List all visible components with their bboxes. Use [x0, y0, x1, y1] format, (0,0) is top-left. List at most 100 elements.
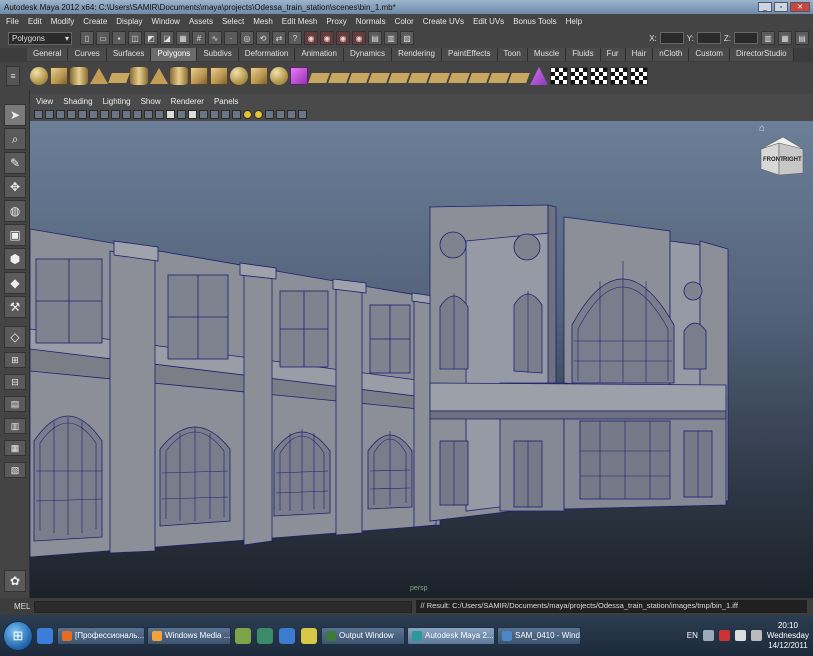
history-icon[interactable]: ⟲ [256, 31, 270, 45]
hypershade-icon[interactable]: ▤ [368, 31, 382, 45]
poke-icon[interactable] [508, 73, 530, 83]
poly-plane-icon[interactable] [108, 73, 130, 83]
wireframe-icon[interactable] [155, 110, 164, 119]
high-quality-icon[interactable] [221, 110, 230, 119]
network-icon[interactable] [734, 630, 746, 641]
volume-icon[interactable] [750, 630, 762, 641]
render-view-icon[interactable]: ◉ [304, 31, 318, 45]
insert-edge-loop-icon[interactable] [388, 73, 410, 83]
resolution-gate-icon[interactable] [100, 110, 109, 119]
menu-edit-mesh[interactable]: Edit Mesh [282, 17, 318, 26]
poly-cylinder-icon[interactable] [70, 67, 88, 85]
shelf-tab-ncloth[interactable]: nCloth [653, 48, 690, 61]
perspective-viewport[interactable]: FRONT RIGHT ⌂ persp [30, 121, 813, 598]
move-tool-icon[interactable]: ✥ [4, 176, 26, 198]
camera-attributes-icon[interactable] [45, 110, 54, 119]
safe-title-icon[interactable] [144, 110, 153, 119]
ie-icon[interactable] [37, 627, 53, 644]
lasso-tool-icon[interactable]: ⌕ [4, 128, 26, 150]
snap-surface-icon[interactable]: ◎ [240, 31, 254, 45]
quicklaunch-icon[interactable] [279, 627, 295, 644]
snap-grid-icon[interactable]: # [192, 31, 206, 45]
minimize-button[interactable]: _ [758, 2, 772, 12]
shelf-tab-dynamics[interactable]: Dynamics [343, 48, 393, 61]
soft-mod-icon[interactable]: ◆ [4, 272, 26, 294]
menu-select[interactable]: Select [222, 17, 244, 26]
start-button[interactable]: ⊞ [3, 620, 33, 651]
bookmark-icon[interactable] [56, 110, 65, 119]
shelf-tab-deformation[interactable]: Deformation [238, 48, 296, 61]
last-tool-icon[interactable]: ⚒ [4, 296, 26, 318]
custom-layout-icon[interactable]: ▧ [4, 462, 26, 478]
append-polygon-icon[interactable] [348, 73, 370, 83]
menu-normals[interactable]: Normals [356, 17, 386, 26]
poly-cube-icon[interactable] [50, 67, 68, 85]
wedge-icon[interactable] [488, 73, 510, 83]
single-pane-layout-icon[interactable]: ◇ [4, 326, 26, 348]
new-scene-icon[interactable]: ▯ [80, 31, 94, 45]
ambient-occlusion-icon[interactable] [232, 110, 241, 119]
script-editor-icon[interactable]: ✿ [4, 570, 26, 592]
fill-hole-icon[interactable] [428, 73, 450, 83]
bool-difference-icon[interactable] [270, 67, 288, 85]
clock[interactable]: 20:10 Wednesday 14/12/2011 [767, 621, 809, 651]
help-icon[interactable] [702, 630, 714, 641]
default-light-icon[interactable] [254, 110, 263, 119]
shelf-tab-animation[interactable]: Animation [295, 48, 344, 61]
taskbar-item-photo-viewer[interactable]: SAM_0410 - Wind... [497, 626, 581, 645]
antivirus-icon[interactable] [718, 630, 730, 641]
offset-edge-loop-icon[interactable] [408, 73, 430, 83]
wireframe-on-shaded-icon[interactable] [177, 110, 186, 119]
extrude-icon[interactable] [308, 73, 330, 83]
triangulate-icon[interactable] [530, 67, 548, 85]
x-field[interactable] [659, 32, 684, 44]
taskbar-item-output-window[interactable]: Output Window [321, 626, 405, 645]
grid-icon[interactable] [78, 110, 87, 119]
poly-torus-icon[interactable] [130, 67, 148, 85]
select-component-icon[interactable]: ◪ [160, 31, 174, 45]
poly-sphere-icon[interactable] [30, 67, 48, 85]
split-polygon-icon[interactable] [368, 73, 390, 83]
menu-file[interactable]: File [6, 17, 19, 26]
z-field[interactable] [734, 32, 758, 44]
pick-mask-icon[interactable]: ▦ [176, 31, 190, 45]
isolate-select-icon[interactable] [287, 110, 296, 119]
mel-label[interactable]: MEL [14, 602, 30, 611]
uv-texture-editor-icon[interactable] [630, 67, 648, 85]
ipr-render-icon[interactable]: ◉ [336, 31, 350, 45]
quicklaunch-icon[interactable] [301, 627, 317, 644]
menu-edit-uvs[interactable]: Edit UVs [473, 17, 504, 26]
y-field[interactable] [696, 32, 721, 44]
home-icon[interactable]: ⌂ [759, 123, 765, 134]
select-hierarchy-icon[interactable]: ◫ [128, 31, 142, 45]
input-output-icon[interactable]: ⇄ [272, 31, 286, 45]
shelf-tab-toon[interactable]: Toon [497, 48, 528, 61]
select-tool-icon[interactable]: ➤ [4, 104, 26, 126]
menu-modify[interactable]: Modify [51, 17, 75, 26]
image-plane-icon[interactable] [67, 110, 76, 119]
rotate-tool-icon[interactable]: ◍ [4, 200, 26, 222]
smooth-icon[interactable] [230, 67, 248, 85]
viewcube-right-label[interactable]: RIGHT [783, 157, 802, 163]
menu-edit[interactable]: Edit [28, 17, 42, 26]
spherical-mapping-icon[interactable] [590, 67, 608, 85]
panel-menu-shading[interactable]: Shading [63, 97, 92, 106]
shelf-tab-rendering[interactable]: Rendering [392, 48, 442, 61]
language-indicator[interactable]: EN [687, 631, 698, 640]
manipulator-icon[interactable]: ⬢ [4, 248, 26, 270]
persp-graph-layout-icon[interactable]: ▤ [4, 396, 26, 412]
textured-icon[interactable] [188, 110, 197, 119]
hypershade-layout-icon[interactable]: ▥ [4, 418, 26, 434]
poly-pipe-icon[interactable] [170, 67, 188, 85]
shelf-tab-subdivs[interactable]: Subdivs [197, 48, 239, 61]
select-object-icon[interactable]: ◩ [144, 31, 158, 45]
menu-create-uvs[interactable]: Create UVs [423, 17, 464, 26]
shelf-tab-fluids[interactable]: Fluids [566, 48, 601, 61]
film-gate-icon[interactable] [89, 110, 98, 119]
channel-box-icon[interactable]: ▤ [795, 31, 809, 45]
taskbar-item-browser[interactable]: [Профессиональ... [57, 626, 145, 645]
render-frame-icon[interactable]: ◉ [320, 31, 334, 45]
render-settings-icon[interactable]: ◉ [352, 31, 366, 45]
smooth-shade-icon[interactable] [166, 110, 175, 119]
close-button[interactable]: ✕ [790, 2, 810, 12]
